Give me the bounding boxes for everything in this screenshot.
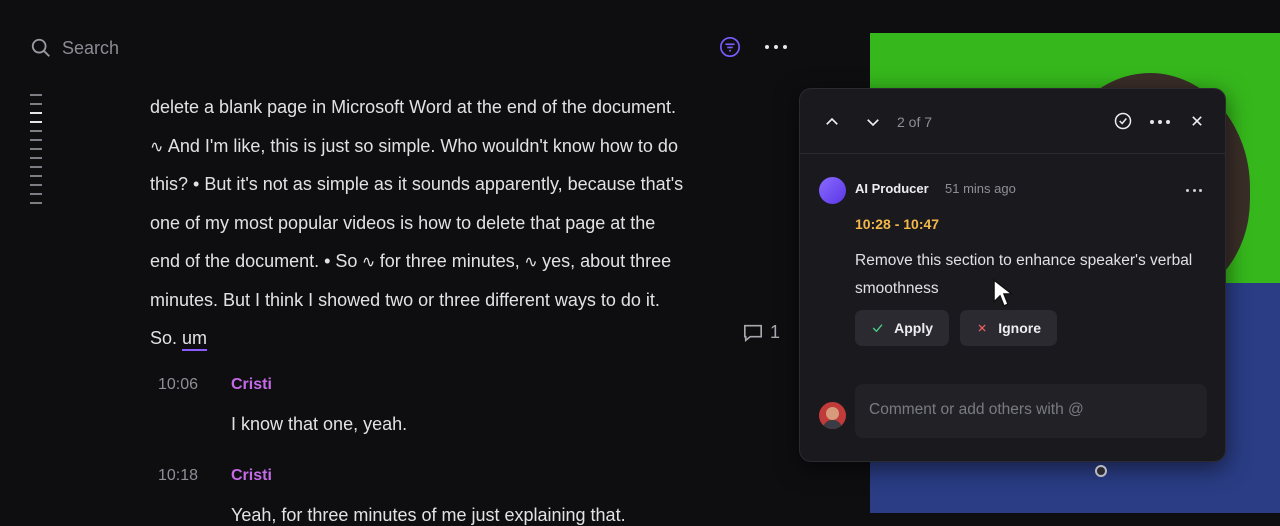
transcript-line: So. um <box>150 319 740 358</box>
apply-button[interactable]: Apply <box>855 310 949 346</box>
transcript-minimap[interactable] <box>30 94 42 211</box>
comment-time: 51 mins ago <box>945 181 1016 196</box>
transcript-line: end of the document. • So ∿ for three mi… <box>150 251 672 271</box>
speaker-name[interactable]: Cristi <box>231 376 272 394</box>
transcript-line: minutes. But I think I showed two or thr… <box>150 289 660 310</box>
search-bar[interactable]: Search <box>30 34 119 62</box>
chevron-down-icon[interactable] <box>864 113 882 131</box>
comment-text: Remove this section to enhance speaker's… <box>855 252 1193 297</box>
speaker-name[interactable]: Cristi <box>231 467 272 485</box>
user-avatar <box>819 402 846 429</box>
ignore-button[interactable]: Ignore <box>960 310 1057 346</box>
ignore-label: Ignore <box>998 320 1041 336</box>
transcript-line: delete a blank page in Microsoft Word at… <box>150 97 676 117</box>
transcript-line: one of my most popular videos is how to … <box>150 212 656 233</box>
search-input[interactable]: Search <box>62 38 119 59</box>
comment-popup: 2 of 7 AI Producer 51 mins ago 10:28 - 1… <box>799 88 1226 462</box>
comment-counter: 2 of 7 <box>897 114 933 130</box>
close-icon[interactable] <box>1187 111 1207 131</box>
wave-icon: ∿ <box>519 254 543 271</box>
highlighted-word[interactable]: um <box>182 328 208 351</box>
playhead-handle[interactable] <box>1095 465 1107 477</box>
filter-icon[interactable] <box>719 36 741 58</box>
apply-label: Apply <box>894 320 933 336</box>
timestamp[interactable]: 10:18 <box>158 467 198 485</box>
cursor-icon <box>993 278 1015 308</box>
comment-count-button[interactable]: 1 <box>742 322 780 343</box>
transcript-paragraph[interactable]: delete a blank page in Microsoft Word at… <box>150 88 740 358</box>
more-icon[interactable] <box>1186 189 1202 193</box>
wave-icon: ∿ <box>150 138 168 156</box>
time-range[interactable]: 10:28 - 10:47 <box>855 216 939 232</box>
avatar <box>819 177 846 204</box>
popup-header: 2 of 7 <box>800 89 1225 154</box>
timestamp[interactable]: 10:06 <box>158 376 198 394</box>
wave-icon: ∿ <box>357 254 380 271</box>
transcript-line: this? • But it's not as simple as it sou… <box>150 174 684 194</box>
check-circle-icon[interactable] <box>1113 111 1133 131</box>
utterance-text: I know that one, yeah. <box>231 414 408 434</box>
comment-count: 1 <box>770 322 781 342</box>
comment-author: AI Producer <box>855 181 929 196</box>
check-icon <box>872 324 883 333</box>
search-icon <box>31 38 50 57</box>
comment-placeholder: Comment or add others with @ <box>869 401 1084 418</box>
transcript-line: ∿ And I'm like, this is just so simple. … <box>150 135 678 156</box>
more-icon[interactable] <box>765 40 787 54</box>
chevron-up-icon[interactable] <box>823 113 841 131</box>
comment-input[interactable]: Comment or add others with @ <box>855 384 1207 438</box>
more-icon[interactable] <box>1150 120 1170 124</box>
x-icon <box>978 324 986 332</box>
comment-icon <box>744 324 762 342</box>
utterance-text: Yeah, for three minutes of me just expla… <box>231 505 626 525</box>
